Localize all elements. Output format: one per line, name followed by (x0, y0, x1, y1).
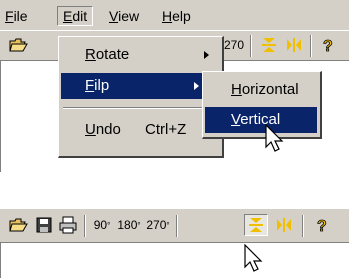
toolbar-separator (250, 35, 252, 57)
printer-icon (59, 216, 77, 234)
flip-vertical-button[interactable] (244, 214, 268, 236)
toolbar-separator (302, 215, 304, 237)
degree-mark: ° (137, 220, 141, 230)
flip-horizontal-button[interactable] (282, 34, 306, 56)
rotate-270-label: 270 (146, 218, 167, 232)
flip-submenu: Horizontal Vertical (202, 71, 322, 139)
submenu-item-vertical[interactable]: Vertical (205, 107, 317, 133)
menu-view-mnemonic: V (109, 8, 119, 24)
submenu-item-horizontal-mnemonic: H (231, 81, 242, 98)
flip-horizontal-button[interactable] (272, 214, 296, 236)
menu-edit-label: dit (72, 8, 88, 24)
open-folder-icon (9, 218, 28, 232)
help-question-icon: ? (317, 218, 328, 234)
edit-menu-dropdown: Rotate Filp Undo Ctrl+Z (58, 36, 224, 158)
menu-file-mnemonic: F (5, 8, 14, 24)
open-folder-icon (9, 38, 28, 52)
menu-item-rotate[interactable]: Rotate (61, 42, 219, 68)
rotate-180-label: 180 (117, 218, 138, 232)
toolbar-separator (310, 35, 312, 57)
flip-vertical-icon (262, 38, 276, 52)
menu-edit-mnemonic: E (63, 8, 73, 24)
menu-help-mnemonic: H (162, 8, 173, 24)
save-button[interactable] (32, 214, 56, 236)
mouse-pointer-icon (244, 244, 263, 272)
menu-item-undo[interactable]: Undo Ctrl+Z (61, 117, 219, 143)
flip-vertical-button[interactable] (257, 34, 281, 56)
submenu-arrow-icon (204, 51, 209, 59)
menu-item-flip-label: ilp (94, 77, 110, 94)
svg-text:?: ? (317, 218, 327, 234)
open-folder-button[interactable] (6, 34, 30, 56)
flip-horizontal-icon (287, 38, 301, 52)
document-area-bottom[interactable] (0, 242, 349, 278)
svg-text:?: ? (323, 38, 333, 54)
save-disk-icon (36, 217, 52, 233)
menu-help-label: elp (172, 8, 191, 24)
rotate-270-button[interactable]: 270 ° (144, 214, 172, 236)
submenu-item-vertical-mnemonic: V (231, 111, 241, 128)
menu-separator (63, 107, 217, 109)
flip-horizontal-icon (277, 218, 291, 232)
open-folder-button[interactable] (6, 214, 30, 236)
menu-item-flip[interactable]: Filp (61, 73, 205, 99)
help-button[interactable]: ? (310, 214, 334, 236)
menu-item-flip-mnemonic: F (85, 77, 95, 94)
toolbar-separator (176, 215, 178, 237)
rotate-270-button-partial[interactable]: 270 (222, 34, 246, 56)
menu-bar: File Edit View Help (0, 0, 349, 30)
menu-item-rotate-mnemonic: R (85, 46, 96, 63)
rotate-90-label: 90 (93, 218, 108, 232)
menu-view-label: iew (118, 8, 140, 24)
menu-item-rotate-label: otate (95, 46, 130, 63)
help-question-icon: ? (323, 38, 334, 54)
submenu-item-horizontal[interactable]: Horizontal (205, 77, 317, 103)
menu-edit[interactable]: Edit (57, 6, 94, 26)
toolbar-separator (84, 215, 86, 237)
submenu-arrow-icon (194, 82, 199, 90)
rotate-90-button[interactable]: 90 ° (90, 214, 114, 236)
menu-file[interactable]: File (0, 7, 33, 25)
print-button[interactable] (56, 214, 80, 236)
rotate-180-button[interactable]: 180 ° (115, 214, 143, 236)
mouse-pointer-icon (265, 124, 284, 152)
flip-vertical-icon (249, 218, 263, 232)
menu-help[interactable]: Help (157, 7, 196, 25)
toolbar-bottom: 90 ° 180 ° 270 ° ? (0, 208, 349, 242)
degree-mark: ° (107, 220, 111, 230)
help-button[interactable]: ? (316, 34, 340, 56)
menu-file-label: ile (13, 8, 28, 24)
menu-view[interactable]: View (104, 7, 144, 25)
degree-mark: ° (166, 220, 170, 230)
menu-item-undo-shortcut: Ctrl+Z (145, 121, 187, 138)
submenu-item-horizontal-label: orizontal (241, 81, 299, 98)
menu-item-undo-label: ndo (95, 121, 121, 138)
menu-item-undo-mnemonic: U (85, 121, 96, 138)
rotate-270-label: 270 (223, 38, 245, 52)
